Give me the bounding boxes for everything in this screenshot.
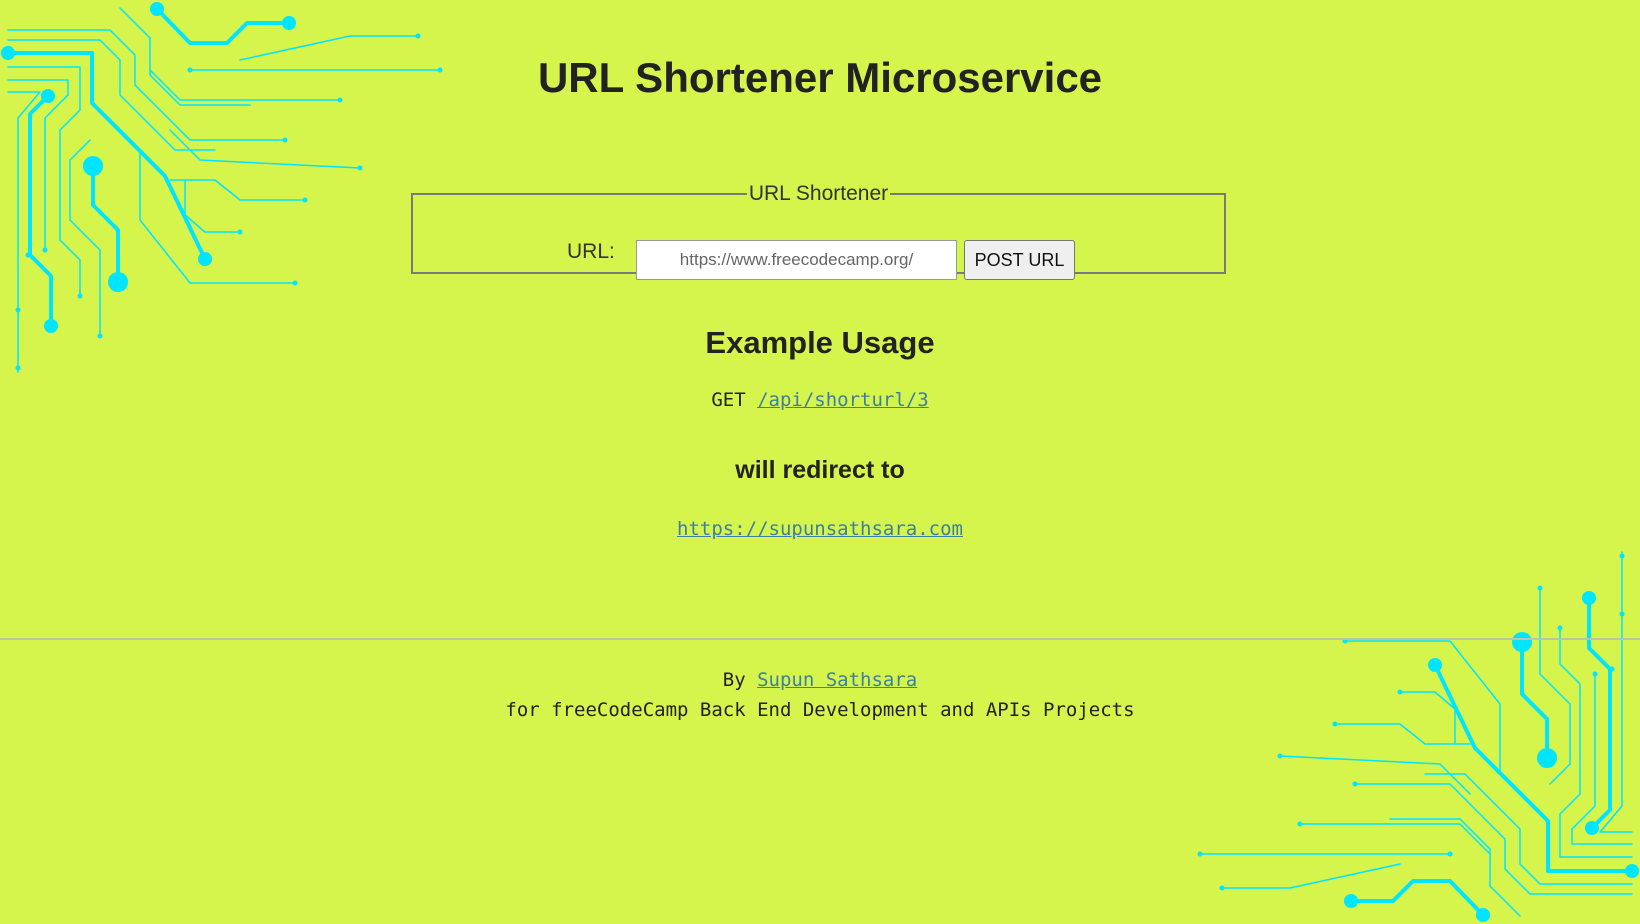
author-line: By Supun Sathsara (0, 665, 1640, 695)
footer-divider (0, 638, 1640, 640)
example-request: GET /api/shorturl/3 (0, 389, 1640, 411)
redirect-target: https://supunsathsara.com (0, 518, 1640, 540)
redirect-url-link[interactable]: https://supunsathsara.com (677, 518, 963, 540)
author-link[interactable]: Supun Sathsara (757, 669, 917, 691)
example-usage-heading: Example Usage (705, 325, 935, 360)
post-url-button[interactable]: POST URL (964, 240, 1075, 280)
form-legend: URL Shortener (748, 182, 889, 205)
url-shortener-form: URL Shortener URL: POST URL (411, 182, 1226, 280)
http-method: GET (711, 389, 746, 411)
url-label: URL: (567, 240, 615, 263)
example-path-link[interactable]: /api/shorturl/3 (757, 389, 929, 411)
by-label: By (722, 669, 746, 691)
footer: By Supun Sathsara for freeCodeCamp Back … (0, 665, 1640, 725)
redirect-heading: will redirect to (735, 456, 905, 484)
page-title: URL Shortener Microservice (537, 54, 1103, 101)
circuit-decoration-bottom-right (1197, 551, 1639, 922)
footer-tagline: for freeCodeCamp Back End Development an… (505, 699, 1135, 721)
url-input[interactable] (636, 240, 957, 280)
